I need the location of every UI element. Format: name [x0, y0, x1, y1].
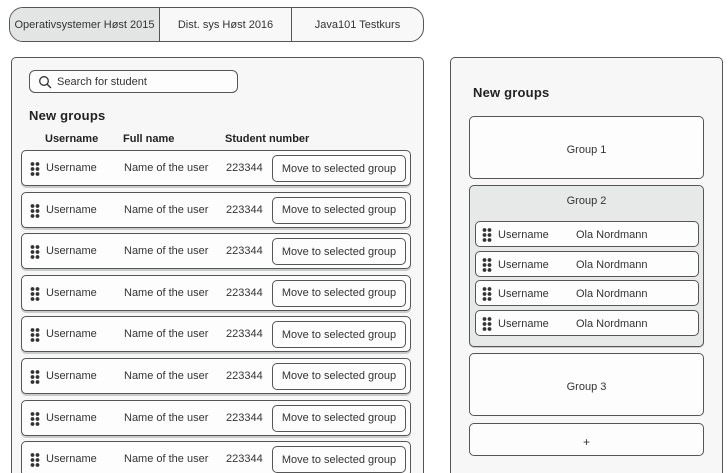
table-row[interactable]: Username Name of the user 223344 Move to se…	[21, 316, 411, 353]
drag-handle-icon[interactable]	[30, 244, 40, 260]
student-list: Username Name of the user 223344 Move to se…	[21, 150, 411, 473]
move-to-selected-group-button[interactable]: Move to selected group	[272, 155, 406, 182]
list-item[interactable]: Username Ola Nordmann	[475, 221, 699, 247]
table-row[interactable]: Username Name of the user 223344 Move to se…	[21, 191, 411, 228]
student-username: Username	[46, 203, 97, 216]
group-2-member-list: Username Ola Nordmann Username Ola Nordmann…	[475, 221, 699, 339]
student-username: Username	[46, 286, 97, 299]
table-row[interactable]: Username Name of the user 223344 Move to se…	[21, 357, 411, 394]
student-full-name: Name of the user	[124, 369, 209, 382]
member-full-name: Ola Nordmann	[576, 258, 648, 271]
drag-handle-icon[interactable]	[30, 286, 40, 302]
member-username: Username	[498, 317, 549, 330]
student-panel: New groups Username Full name Student nu…	[11, 57, 424, 473]
column-username: Username	[45, 133, 99, 145]
drag-handle-icon[interactable]	[30, 369, 40, 385]
drag-handle-icon[interactable]	[30, 203, 40, 219]
student-full-name: Name of the user	[124, 245, 209, 258]
drag-handle-icon[interactable]	[30, 327, 40, 343]
drag-handle-icon[interactable]	[482, 257, 492, 273]
drag-handle-icon[interactable]	[30, 452, 40, 468]
table-row[interactable]: Username Name of the user 223344 Move to se…	[21, 150, 411, 186]
tab-operativsystemer[interactable]: Operativsystemer Høst 2015	[10, 8, 160, 41]
groups-panel: New groups Group 1 Group 2 Username Ola N…	[450, 57, 723, 473]
student-username: Username	[46, 369, 97, 382]
table-row[interactable]: Username Name of the user 223344 Move to se…	[21, 233, 411, 270]
student-number: 223344	[226, 162, 263, 174]
student-username: Username	[46, 245, 97, 258]
member-username: Username	[498, 288, 549, 300]
move-to-selected-group-button[interactable]: Move to selected group	[272, 321, 406, 349]
student-full-name: Name of the user	[124, 162, 209, 174]
search-icon	[33, 71, 57, 93]
drag-handle-icon[interactable]	[482, 286, 492, 302]
student-number: 223344	[226, 453, 263, 466]
group-1-label: Group 1	[566, 144, 607, 156]
list-item[interactable]: Username Ola Nordmann	[475, 309, 699, 336]
member-full-name: Ola Nordmann	[576, 229, 648, 241]
list-item[interactable]: Username Ola Nordmann	[475, 280, 699, 306]
student-full-name: Name of the user	[124, 411, 209, 424]
move-to-selected-group-button[interactable]: Move to selected group	[272, 404, 406, 432]
student-username: Username	[46, 453, 97, 466]
student-number: 223344	[226, 369, 263, 382]
group-3-box[interactable]: Group 3	[469, 353, 704, 416]
group-3-label: Group 3	[566, 381, 607, 393]
table-row[interactable]: Username Name of the user 223344 Move to se…	[21, 441, 411, 473]
group-1-box[interactable]: Group 1	[469, 116, 704, 179]
student-number: 223344	[226, 286, 263, 299]
student-username: Username	[46, 411, 97, 424]
search-box[interactable]	[29, 70, 238, 93]
member-full-name: Ola Nordmann	[576, 317, 648, 330]
drag-handle-icon[interactable]	[482, 316, 492, 332]
move-to-selected-group-button[interactable]: Move to selected group	[272, 279, 406, 307]
drag-handle-icon[interactable]	[30, 161, 40, 177]
course-tabs: Operativsystemer Høst 2015 Dist. sys Høs…	[9, 7, 424, 42]
student-number: 223344	[226, 203, 263, 216]
table-row[interactable]: Username Name of the user 223344 Move to se…	[21, 399, 411, 436]
move-to-selected-group-button[interactable]: Move to selected group	[272, 196, 406, 224]
add-group-button[interactable]: +	[469, 423, 704, 456]
column-full-name: Full name	[123, 133, 175, 145]
table-row[interactable]: Username Name of the user 223344 Move to se…	[21, 274, 411, 311]
list-item[interactable]: Username Ola Nordmann	[475, 250, 699, 277]
right-section-title: New groups	[473, 85, 550, 100]
move-to-selected-group-button[interactable]: Move to selected group	[272, 238, 406, 266]
student-username: Username	[46, 162, 97, 174]
member-username: Username	[498, 258, 549, 271]
tab-java101[interactable]: Java101 Testkurs	[292, 8, 423, 41]
move-to-selected-group-button[interactable]: Move to selected group	[272, 446, 406, 473]
add-group-label: +	[582, 435, 590, 449]
drag-handle-icon[interactable]	[30, 411, 40, 427]
move-to-selected-group-button[interactable]: Move to selected group	[272, 362, 406, 390]
member-username: Username	[498, 229, 549, 241]
column-student-number: Student number	[225, 133, 310, 145]
student-full-name: Name of the user	[124, 453, 209, 466]
member-full-name: Ola Nordmann	[576, 288, 648, 300]
left-section-title: New groups	[29, 108, 106, 123]
student-number: 223344	[226, 411, 263, 424]
group-2-box[interactable]: Group 2 Username Ola Nordmann Username Ola …	[469, 185, 704, 347]
tab-dist-sys[interactable]: Dist. sys Høst 2016	[160, 8, 292, 41]
student-full-name: Name of the user	[124, 286, 209, 299]
drag-handle-icon[interactable]	[482, 227, 492, 243]
student-number: 223344	[226, 328, 263, 341]
student-number: 223344	[226, 245, 263, 258]
student-username: Username	[46, 328, 97, 341]
student-full-name: Name of the user	[124, 203, 209, 216]
student-full-name: Name of the user	[124, 328, 209, 341]
search-input[interactable]	[57, 75, 227, 88]
group-2-label: Group 2	[566, 195, 607, 207]
